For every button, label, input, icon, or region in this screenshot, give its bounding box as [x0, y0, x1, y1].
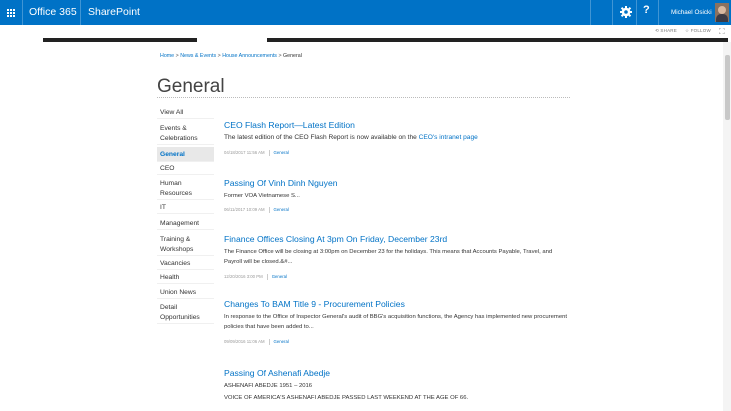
suite-divider	[22, 0, 23, 25]
nav-item-general[interactable]: General	[157, 147, 214, 162]
news-post: Finance Offices Closing At 3pm On Friday…	[224, 234, 569, 280]
user-avatar[interactable]	[715, 3, 729, 22]
post-date: 09/09/2016 11:06 AM	[224, 339, 265, 345]
follow-button[interactable]: ☆ FOLLOW	[685, 28, 711, 34]
post-title-link[interactable]: Passing Of Ashenafi Abedje	[224, 368, 569, 378]
breadcrumb: Home > News & Events > House Announcemen…	[160, 53, 302, 59]
help-icon[interactable]: ?	[643, 4, 650, 16]
nav-item-training-workshops[interactable]: Training & Workshops	[157, 235, 214, 256]
top-nav-band	[43, 38, 728, 42]
post-excerpt: VOICE OF AMERICA'S ASHENAFI ABEDJE PASSE…	[224, 395, 469, 401]
post-category-link[interactable]: General	[274, 150, 289, 155]
news-post: Changes To BAM Title 9 - Procurement Pol…	[224, 299, 569, 345]
post-title-link[interactable]: Finance Offices Closing At 3pm On Friday…	[224, 234, 569, 244]
user-name[interactable]: Michael Osicki	[671, 9, 712, 16]
post-date: 06/11/2017 10:09 AM	[224, 207, 265, 213]
focus-mode-icon[interactable]: ⛶	[719, 27, 725, 37]
nav-item-vacancies[interactable]: Vacancies	[157, 259, 214, 270]
sharepoint-app-link[interactable]: SharePoint	[88, 6, 140, 18]
suite-divider	[658, 0, 659, 25]
nav-item-human-resources[interactable]: Human Resources	[157, 179, 214, 200]
ceo-intranet-link[interactable]: CEO's intranet page	[419, 134, 478, 141]
scrollbar-thumb[interactable]	[725, 55, 730, 120]
news-post: Passing Of Ashenafi Abedje ASHENAFI ABED…	[224, 368, 569, 403]
post-meta: 06/11/2017 10:09 AM General	[224, 207, 569, 213]
post-meta: 09/09/2016 11:06 AM General	[224, 339, 569, 345]
post-title-link[interactable]: Passing Of Vinh Dinh Nguyen	[224, 178, 569, 188]
news-post: Passing Of Vinh Dinh Nguyen Former VOA V…	[224, 178, 569, 213]
post-category-link[interactable]: General	[274, 207, 289, 212]
breadcrumb-current: General	[283, 53, 302, 59]
post-meta: 04/18/2017 11:56 AM General	[224, 150, 569, 156]
nav-item-detail-opportunities[interactable]: Detail Opportunities	[157, 303, 214, 324]
breadcrumb-house-announcements[interactable]: House Announcements	[222, 53, 277, 59]
settings-gear-icon[interactable]	[619, 5, 633, 19]
suite-divider	[80, 0, 81, 25]
suite-divider	[636, 0, 637, 25]
news-post: CEO Flash Report—Latest Edition The late…	[224, 120, 569, 156]
nav-item-union-news[interactable]: Union News	[157, 288, 214, 299]
breadcrumb-home[interactable]: Home	[160, 53, 174, 59]
office365-brand-link[interactable]: Office 365	[29, 6, 77, 18]
post-excerpt: In response to the Office of Inspector G…	[224, 314, 568, 330]
nav-item-events-celebrations[interactable]: Events & Celebrations	[157, 124, 214, 145]
breadcrumb-news-events[interactable]: News & Events	[180, 53, 216, 59]
post-date: 04/18/2017 11:56 AM	[224, 150, 265, 156]
post-excerpt: The latest edition of the CEO Flash Repo…	[224, 134, 478, 141]
suite-bar: Office 365 SharePoint ? Michael Osicki	[0, 0, 731, 25]
suite-divider	[612, 0, 613, 25]
post-excerpt: ASHENAFI ABEDJE 1951 – 2016	[224, 383, 313, 389]
page-title: General	[157, 76, 225, 97]
nav-item-health[interactable]: Health	[157, 273, 214, 284]
nav-item-ceo[interactable]: CEO	[157, 164, 214, 175]
share-button[interactable]: ⟲ SHARE	[655, 28, 677, 34]
post-excerpt: Former VOA Vietnamese S...	[224, 193, 300, 199]
post-category-link[interactable]: General	[274, 339, 289, 344]
title-divider	[157, 97, 570, 98]
post-title-link[interactable]: CEO Flash Report—Latest Edition	[224, 120, 569, 130]
nav-item-view-all[interactable]: View All	[157, 108, 214, 119]
post-meta: 12/20/2016 3:00 PM General	[224, 274, 569, 280]
post-date: 12/20/2016 3:00 PM	[224, 274, 263, 280]
post-title-link[interactable]: Changes To BAM Title 9 - Procurement Pol…	[224, 299, 569, 309]
top-nav-active-tab[interactable]	[197, 37, 267, 42]
nav-item-management[interactable]: Management	[157, 219, 214, 230]
post-excerpt: The Finance Office will be closing at 3:…	[224, 249, 553, 265]
app-launcher-icon[interactable]	[0, 0, 22, 25]
suite-divider	[590, 0, 591, 25]
post-category-link[interactable]: General	[272, 274, 287, 279]
nav-item-it[interactable]: IT	[157, 203, 214, 214]
